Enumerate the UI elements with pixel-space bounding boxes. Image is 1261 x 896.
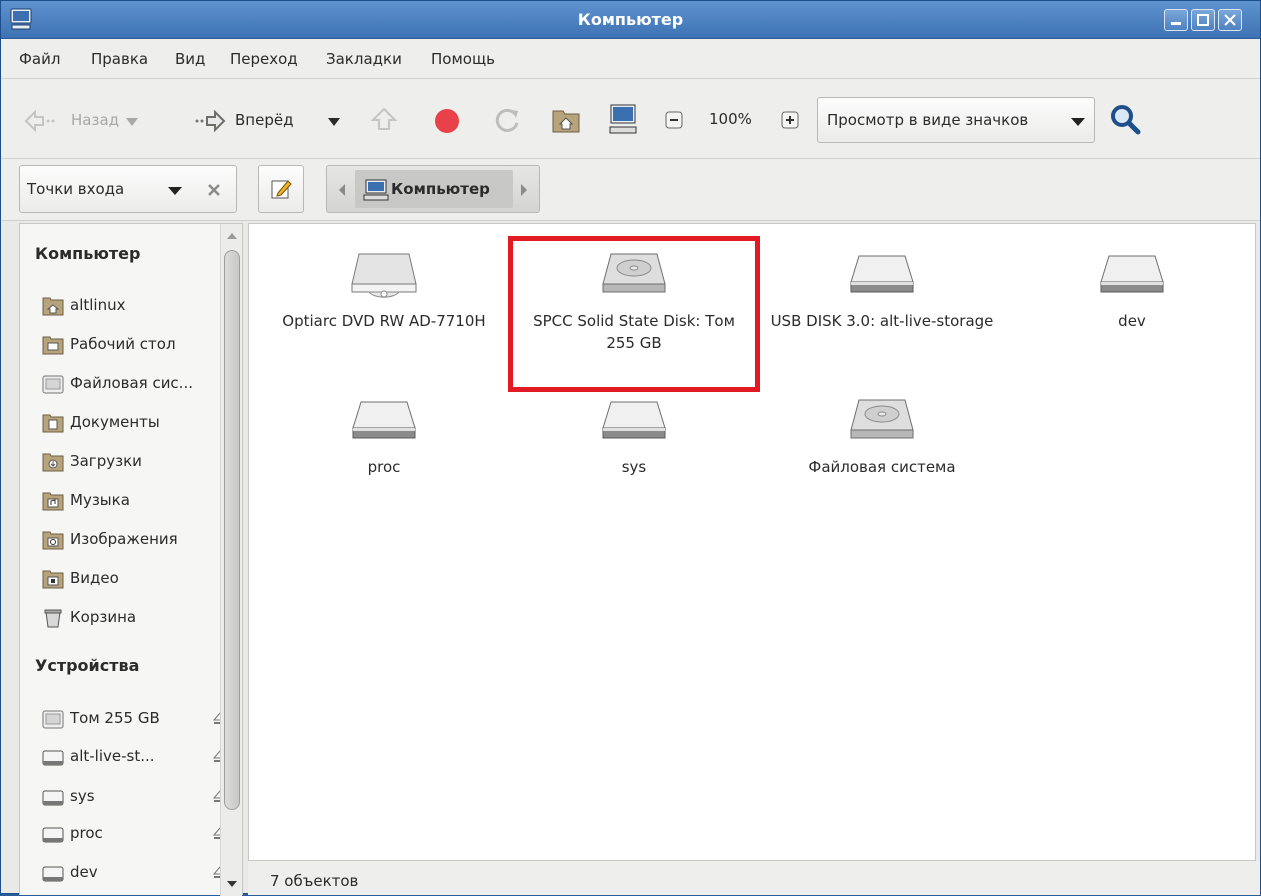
title-bar[interactable]: Компьютер <box>1 1 1260 39</box>
menu-bookmarks[interactable]: Закладки <box>326 50 402 68</box>
item-label: USB DISK 3.0: alt-live-storage <box>770 312 994 330</box>
icon-view[interactable]: Optiarc DVD RW AD-7710H SPCC Solid State… <box>248 223 1256 861</box>
minimize-button[interactable] <box>1164 9 1188 31</box>
drive-icon <box>602 401 666 439</box>
drive-icon <box>1100 255 1164 293</box>
sidebar-item-proc[interactable]: proc <box>42 821 228 847</box>
item-label: Optiarc DVD RW AD-7710H <box>282 312 486 330</box>
close-icon <box>1224 14 1236 26</box>
drive-icon <box>42 750 64 766</box>
breadcrumb: Компьютер <box>326 165 540 213</box>
window-title: Компьютер <box>577 10 684 29</box>
menu-file[interactable]: Файл <box>19 50 60 68</box>
trash-icon <box>44 609 62 628</box>
menu-bar: Файл Правка Вид Переход Закладки Помощь <box>1 39 1260 79</box>
drive-icon <box>850 255 914 293</box>
harddisk-icon <box>850 399 914 439</box>
computer-icon <box>363 179 389 201</box>
sidebar-item-dev[interactable]: dev <box>42 860 228 886</box>
drive-icon <box>42 790 64 806</box>
menu-help[interactable]: Помощь <box>431 50 495 68</box>
edit-icon <box>271 180 292 199</box>
forward-arrow-icon <box>195 109 226 133</box>
zoom-in-icon[interactable] <box>781 111 799 129</box>
item-dev[interactable]: dev <box>1017 248 1247 332</box>
sidebar-scroll-thumb[interactable] <box>224 250 240 810</box>
sidebar-item-sys[interactable]: sys <box>42 784 228 810</box>
chevron-down-icon <box>168 187 182 195</box>
forward-history-dropdown-icon[interactable] <box>327 117 341 127</box>
music-folder-icon <box>42 492 64 511</box>
item-label: Файловая система <box>808 458 956 476</box>
sidebar-section-computer: Компьютер <box>35 244 141 263</box>
reload-icon[interactable] <box>493 105 523 135</box>
computer-icon[interactable] <box>607 103 639 135</box>
filesystem-icon <box>42 375 64 394</box>
zoom-level: 100% <box>709 110 752 128</box>
view-mode-label: Просмотр в виде значков <box>827 111 1029 129</box>
file-manager-window: Компьютер Файл Правка Вид Переход Заклад… <box>0 0 1261 896</box>
maximize-button[interactable] <box>1191 9 1215 31</box>
sidebar-item-alt-live-storage[interactable]: alt-live-st... <box>42 744 228 770</box>
downloads-folder-icon <box>42 453 64 472</box>
item-usb-disk[interactable]: USB DISK 3.0: alt-live-storage <box>767 248 997 332</box>
sidebar-scrollbar[interactable] <box>220 224 242 896</box>
location-bar: Точки входа Компьютер <box>1 159 1260 221</box>
menu-go[interactable]: Переход <box>230 50 298 68</box>
side-pane-select[interactable]: Точки входа <box>19 165 237 213</box>
main-toolbar: Назад Вперёд 100% Просмотр в виде значко… <box>1 79 1260 159</box>
item-sys[interactable]: sys <box>519 394 749 478</box>
menu-edit[interactable]: Правка <box>91 50 148 68</box>
harddisk-icon <box>602 253 666 293</box>
item-optiarc-dvd[interactable]: Optiarc DVD RW AD-7710H <box>269 248 499 332</box>
home-folder-icon <box>42 297 64 316</box>
optical-drive-icon <box>351 253 417 298</box>
sidebar-section-devices: Устройства <box>35 656 140 675</box>
back-label: Назад <box>71 111 120 129</box>
search-icon[interactable] <box>1109 103 1141 135</box>
toggle-location-entry-button[interactable] <box>258 165 304 213</box>
chevron-left-icon[interactable] <box>337 183 347 197</box>
item-label: sys <box>621 458 647 476</box>
maximize-icon <box>1197 14 1209 26</box>
chevron-right-icon[interactable] <box>519 183 529 197</box>
drive-icon <box>42 827 64 843</box>
up-arrow-icon[interactable] <box>369 105 399 135</box>
menu-view[interactable]: Вид <box>175 50 205 68</box>
harddisk-icon <box>42 710 64 729</box>
sidebar: Компьютер altlinux Рабочий стол Файловая… <box>19 223 243 896</box>
drive-icon <box>42 866 64 882</box>
close-button[interactable] <box>1218 9 1242 31</box>
item-count: 7 объектов <box>270 872 359 890</box>
close-pane-icon[interactable] <box>206 182 222 198</box>
sidebar-item-volume-255gb[interactable]: Том 255 GB <box>42 706 228 732</box>
item-label: proc <box>367 458 401 476</box>
minimize-icon <box>1171 22 1181 25</box>
back-arrow-icon <box>24 109 55 133</box>
item-spcc-ssd[interactable]: SPCC Solid State Disk: Том 255 GB <box>519 248 749 354</box>
status-bar: 7 объектов <box>248 861 1260 895</box>
item-filesystem[interactable]: Файловая система <box>767 394 997 478</box>
documents-folder-icon <box>42 414 64 433</box>
videos-folder-icon <box>42 570 64 589</box>
side-pane-label: Точки входа <box>27 180 125 198</box>
forward-label: Вперёд <box>235 111 294 129</box>
home-folder-icon[interactable] <box>551 105 581 135</box>
item-label: dev <box>1118 312 1146 330</box>
item-label: SPCC Solid State Disk: Том 255 GB <box>533 312 735 352</box>
pictures-folder-icon <box>42 531 64 550</box>
back-history-dropdown-icon[interactable] <box>125 117 139 127</box>
chevron-down-icon <box>1071 118 1085 126</box>
desktop-folder-icon <box>42 336 64 355</box>
view-mode-select[interactable]: Просмотр в виде значков <box>817 97 1095 143</box>
drive-icon <box>352 401 416 439</box>
zoom-out-icon[interactable] <box>665 111 683 129</box>
scroll-down-icon[interactable] <box>226 880 238 888</box>
forward-button[interactable]: Вперёд <box>189 101 319 141</box>
stop-icon[interactable] <box>433 107 461 135</box>
breadcrumb-label: Компьютер <box>391 180 490 198</box>
scroll-up-icon[interactable] <box>226 232 238 240</box>
item-proc[interactable]: proc <box>269 394 499 478</box>
